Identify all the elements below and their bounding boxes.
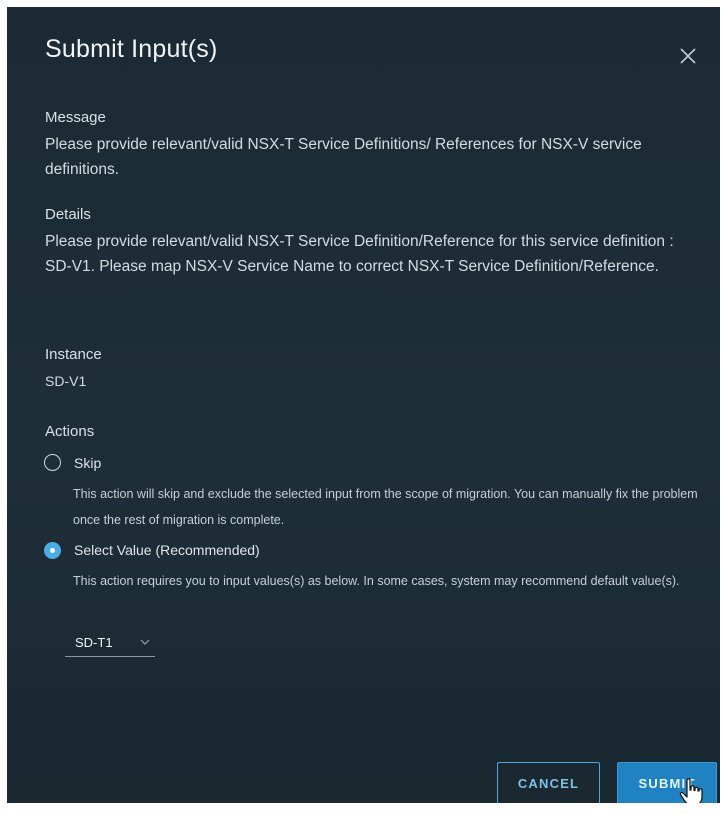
skip-radio[interactable] — [44, 454, 61, 471]
select-value: SD-T1 — [75, 635, 113, 650]
submit-button[interactable]: SUBMIT — [617, 762, 717, 803]
select-value-option-label[interactable]: Select Value (Recommended) — [74, 542, 260, 558]
select-value-option-description: This action requires you to input values… — [73, 574, 680, 588]
skip-option-description: This action will skip and exclude the se… — [73, 487, 698, 527]
details-text: Please provide relevant/valid NSX-T Serv… — [45, 233, 674, 275]
screenshot-frame: Submit Input(s) Message Please provide r… — [7, 7, 720, 803]
instance-value: SD-V1 — [45, 373, 87, 389]
chevron-down-icon — [140, 639, 150, 645]
details-label: Details — [45, 206, 91, 223]
select-value-radio[interactable] — [44, 542, 61, 559]
instance-label: Instance — [45, 346, 102, 363]
cancel-button[interactable]: CANCEL — [497, 762, 600, 803]
actions-label: Actions — [45, 423, 95, 440]
service-definition-select[interactable]: SD-T1 — [65, 632, 155, 657]
skip-option-label[interactable]: Skip — [74, 455, 101, 471]
message-label: Message — [45, 109, 106, 126]
close-icon[interactable] — [677, 45, 699, 67]
submit-inputs-dialog: Submit Input(s) Message Please provide r… — [7, 7, 720, 803]
message-text: Please provide relevant/valid NSX-T Serv… — [45, 136, 642, 178]
dialog-title: Submit Input(s) — [45, 35, 218, 63]
